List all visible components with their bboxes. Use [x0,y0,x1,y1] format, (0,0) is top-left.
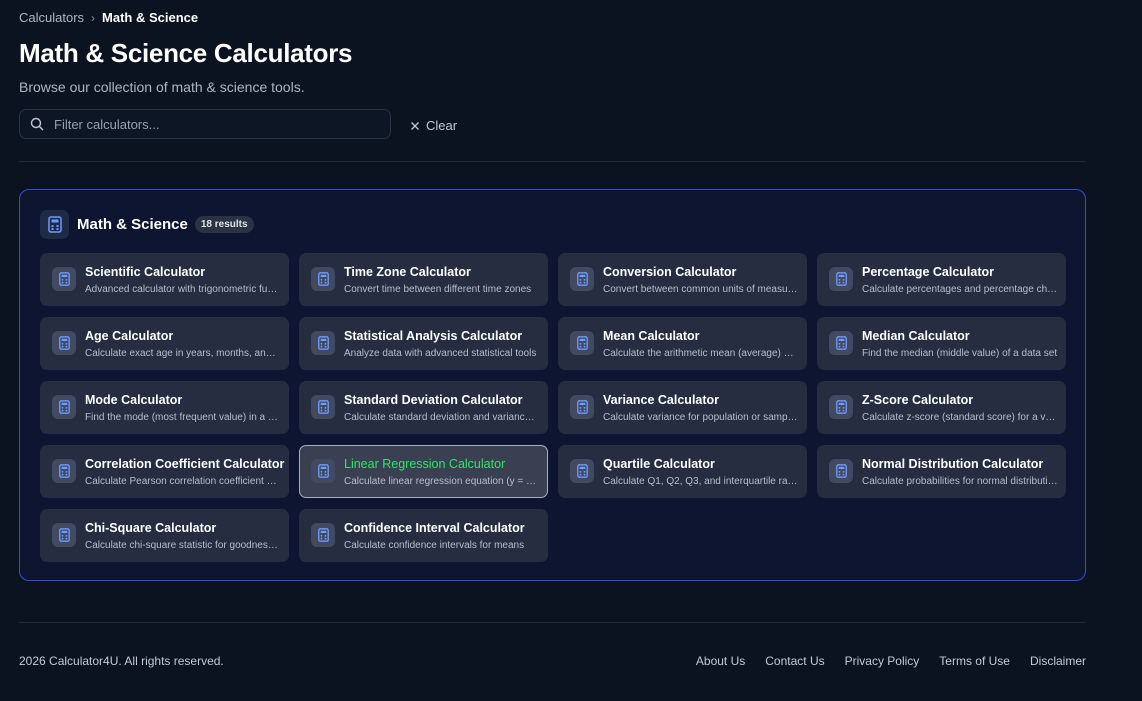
calculator-icon [570,459,594,483]
calculator-card-title: Age Calculator [85,329,174,343]
footer-link-disclaimer[interactable]: Disclaimer [1030,654,1086,668]
page-title: Math & Science Calculators [19,38,353,68]
calculator-icon [52,523,76,547]
calculator-icon [311,395,335,419]
calculator-card[interactable]: Correlation Coefficient Calculator Calcu… [40,445,289,498]
calculator-icon [311,523,335,547]
calculator-card[interactable]: Chi-Square Calculator Calculate chi-squa… [40,509,289,562]
calculator-card-title: Statistical Analysis Calculator [344,329,523,343]
calculator-card-desc: Calculate the arithmetic mean (average) … [603,348,799,359]
filter-input[interactable] [52,115,376,133]
calculator-icon [570,267,594,291]
footer-link-contact-us[interactable]: Contact Us [765,654,824,668]
calculator-card-desc: Convert between common units of measurem… [603,284,799,295]
calculator-card-title: Percentage Calculator [862,265,994,279]
calculator-card[interactable]: Variance Calculator Calculate variance f… [558,381,807,434]
category-title: Math & Science [77,216,188,233]
calculator-card-desc: Calculate percentages and percentage cha… [862,284,1058,295]
calculator-icon [52,459,76,483]
filter-box [19,109,391,139]
footer-link-terms-of-use[interactable]: Terms of Use [939,654,1010,668]
footer-links: About Us Contact Us Privacy Policy Terms of… [696,654,1086,668]
calculator-card-title: Conversion Calculator [603,265,737,279]
calculator-card-desc: Calculate z-score (standard score) for a… [862,412,1058,423]
calculator-card[interactable]: Quartile Calculator Calculate Q1, Q2, Q3… [558,445,807,498]
calculator-card[interactable]: Z-Score Calculator Calculate z-score (st… [817,381,1066,434]
calculator-icon [311,267,335,291]
header-divider [19,161,1086,162]
calculator-card-title: Confidence Interval Calculator [344,521,525,535]
calculator-card[interactable]: Median Calculator Find the median (middl… [817,317,1066,370]
footer-divider [19,622,1086,623]
calculator-icon [829,267,853,291]
calculator-icon [829,331,853,355]
calculator-card-desc: Calculate Q1, Q2, Q3, and interquartile … [603,476,799,487]
clear-button-label: Clear [426,118,458,133]
calculator-card-title: Correlation Coefficient Calculator [85,457,285,471]
calculator-icon [311,459,335,483]
calculator-card[interactable]: Linear Regression Calculator Calculate l… [299,445,548,498]
calculator-card-desc: Calculate variance for population or sam… [603,412,799,423]
calculator-card-title: Mean Calculator [603,329,700,343]
calculator-card-desc: Calculate confidence intervals for means [344,540,525,551]
calculator-card-title: Median Calculator [862,329,970,343]
calculator-card-title: Z-Score Calculator [862,393,974,407]
category-panel: Math & Science 18 results Scientific Cal… [19,189,1086,581]
breadcrumb-current: Math & Science [102,10,199,25]
calculator-card-desc: Calculate standard deviation and varianc… [344,412,540,423]
calculator-card-desc: Calculate chi-square statistic for goodn… [85,540,281,551]
calculator-card-title: Scientific Calculator [85,265,206,279]
calculator-card[interactable]: Conversion Calculator Convert between co… [558,253,807,306]
calculator-card[interactable]: Mode Calculator Find the mode (most freq… [40,381,289,434]
calculator-card-title: Linear Regression Calculator [344,457,506,471]
calculator-card-title: Chi-Square Calculator [85,521,217,535]
copyright-text: 2026 Calculator4U. All rights reserved. [19,654,224,668]
calculator-icon [311,331,335,355]
calculator-card[interactable]: Confidence Interval Calculator Calculate… [299,509,548,562]
footer-link-about-us[interactable]: About Us [696,654,745,668]
search-icon [30,117,44,131]
calculator-card-desc: Calculate probabilities for normal distr… [862,476,1058,487]
calculator-card-desc: Find the median (middle value) of a data… [862,348,1058,359]
calculator-card-desc: Advanced calculator with trigonometric f… [85,284,281,295]
page-subtitle: Browse our collection of math & science … [19,79,305,95]
calculator-card[interactable]: Standard Deviation Calculator Calculate … [299,381,548,434]
clear-button[interactable]: Clear [410,118,457,133]
calculator-icon [52,395,76,419]
calculator-icon [52,267,76,291]
results-badge: 18 results [194,216,254,233]
calculator-grid: Scientific Calculator Advanced calculato… [40,253,1066,562]
calculator-card-title: Variance Calculator [603,393,720,407]
calculator-card[interactable]: Percentage Calculator Calculate percenta… [817,253,1066,306]
calculator-card[interactable]: Scientific Calculator Advanced calculato… [40,253,289,306]
calculator-card-title: Quartile Calculator [603,457,715,471]
calculator-icon [40,210,69,239]
calculator-icon [829,459,853,483]
breadcrumb-root-link[interactable]: Calculators [19,10,84,25]
calculator-card[interactable]: Statistical Analysis Calculator Analyze … [299,317,548,370]
calculator-card-desc: Calculate exact age in years, months, an… [85,348,281,359]
close-icon [411,121,419,130]
calculator-card-desc: Find the mode (most frequent value) in a… [85,412,281,423]
calculator-card-desc: Calculate Pearson correlation coefficien… [85,476,281,487]
calculator-card[interactable]: Normal Distribution Calculator Calculate… [817,445,1066,498]
footer-link-privacy-policy[interactable]: Privacy Policy [845,654,920,668]
calculator-icon [829,395,853,419]
calculator-icon [570,331,594,355]
calculator-icon [570,395,594,419]
calculator-card[interactable]: Mean Calculator Calculate the arithmetic… [558,317,807,370]
calculator-card[interactable]: Time Zone Calculator Convert time betwee… [299,253,548,306]
calculator-card-title: Standard Deviation Calculator [344,393,523,407]
calculator-card-title: Mode Calculator [85,393,183,407]
calculator-icon [52,331,76,355]
calculator-card-desc: Analyze data with advanced statistical t… [344,348,537,359]
calculator-card-title: Normal Distribution Calculator [862,457,1044,471]
calculator-card[interactable]: Age Calculator Calculate exact age in ye… [40,317,289,370]
breadcrumb: Calculators › Math & Science [19,10,198,25]
chevron-right-icon: › [91,10,96,25]
category-header: Math & Science 18 results [40,210,254,239]
calculator-card-title: Time Zone Calculator [344,265,471,279]
calculator-card-desc: Convert time between different time zone… [344,284,532,295]
calculator-card-desc: Calculate linear regression equation (y … [344,476,540,487]
